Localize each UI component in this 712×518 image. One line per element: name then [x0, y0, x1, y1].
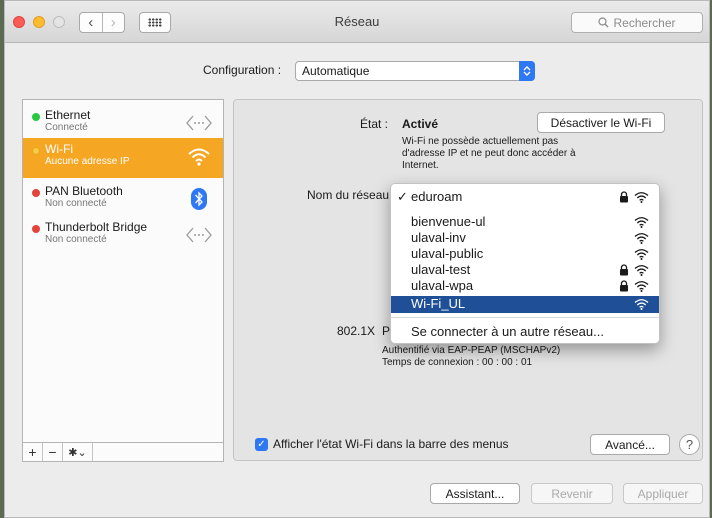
- network-name: ulaval-wpa: [411, 278, 474, 293]
- wifi-icon: [634, 233, 649, 244]
- menu-separator: [391, 317, 659, 318]
- checkmark-icon: ✓: [397, 189, 408, 204]
- menu-item-network[interactable]: ulaval-inv: [391, 230, 659, 247]
- connection-time: Temps de connexion : 00 : 00 : 01: [382, 357, 533, 368]
- wifi-message-line3: Internet.: [402, 160, 439, 171]
- network-name: eduroam: [411, 189, 463, 204]
- status-dot: [32, 225, 40, 233]
- service-status: Non connecté: [45, 198, 107, 209]
- status-dot: [32, 189, 40, 197]
- state-label: État :: [360, 117, 389, 131]
- revert-button[interactable]: Revenir: [531, 483, 613, 504]
- service-name: Ethernet: [45, 108, 91, 122]
- help-button[interactable]: ?: [679, 434, 700, 455]
- wifi-icon: [185, 144, 213, 170]
- menu-item-network[interactable]: bienvenue-ul: [391, 214, 659, 231]
- menu-item-current-network[interactable]: ✓ eduroam: [391, 189, 659, 206]
- network-name: Wi-Fi_UL: [411, 296, 466, 311]
- menu-item-network[interactable]: ulaval-public: [391, 246, 659, 263]
- service-item-wifi[interactable]: Wi-Fi Aucune adresse IP: [23, 138, 223, 178]
- menu-item-other-network[interactable]: Se connecter à un autre réseau...: [391, 324, 659, 341]
- action-menu-button[interactable]: ✱⌄: [63, 443, 93, 461]
- service-list: Ethernet Connecté Wi-Fi Aucune adresse I…: [22, 99, 224, 461]
- service-status: Aucune adresse IP: [45, 156, 130, 167]
- lock-icon: [620, 280, 628, 292]
- state-value: Activé: [402, 117, 439, 131]
- configuration-value: Automatique: [302, 64, 370, 78]
- add-service-button[interactable]: +: [23, 443, 43, 461]
- configuration-popup[interactable]: Automatique: [295, 61, 535, 81]
- show-wifi-status-label: Afficher l'état Wi-Fi dans la barre des …: [273, 437, 509, 451]
- menu-item-network[interactable]: ulaval-test: [391, 262, 659, 279]
- service-name: Wi-Fi: [45, 142, 73, 156]
- network-name: ulaval-inv: [411, 230, 466, 245]
- service-name: Thunderbolt Bridge: [45, 220, 148, 234]
- auth-profile-fragment: P: [382, 324, 391, 338]
- ethernet-icon: [185, 110, 213, 136]
- wifi-icon: [634, 265, 649, 276]
- show-wifi-status-checkbox[interactable]: ✓: [255, 438, 268, 451]
- apply-button[interactable]: Appliquer: [623, 483, 703, 504]
- search-field[interactable]: Rechercher: [571, 12, 703, 33]
- auth-label: 802.1X: [337, 324, 376, 338]
- search-icon: [598, 17, 609, 28]
- thunderbolt-bridge-icon: [185, 222, 213, 248]
- configuration-label: Configuration :: [203, 63, 282, 77]
- service-list-controls: + − ✱⌄: [22, 442, 224, 462]
- popup-arrows-icon: [519, 61, 535, 81]
- title-bar: ‹ › Réseau Rechercher: [5, 1, 709, 43]
- wifi-message-line2: d'adresse IP et ne peut donc accéder à: [402, 148, 576, 159]
- service-item-pan-bluetooth[interactable]: PAN Bluetooth Non connecté: [23, 180, 223, 220]
- network-name: bienvenue-ul: [411, 214, 486, 229]
- menu-item-network-highlighted[interactable]: Wi-Fi_UL: [391, 296, 659, 313]
- other-network-label: Se connecter à un autre réseau...: [411, 324, 604, 339]
- wifi-icon: [634, 281, 649, 292]
- network-dropdown-menu: ✓ eduroam bienvenue-ul ulaval-inv ulaval…: [390, 183, 660, 344]
- remove-service-button[interactable]: −: [43, 443, 63, 461]
- service-name: PAN Bluetooth: [45, 184, 123, 198]
- lock-icon: [620, 264, 628, 276]
- status-dot: [32, 113, 40, 121]
- network-name: ulaval-test: [411, 262, 471, 277]
- network-name-label: Nom du réseau: [307, 188, 390, 202]
- wifi-icon: [634, 192, 649, 203]
- network-preferences-window: ‹ › Réseau Rechercher Configuration : Au…: [4, 0, 710, 518]
- wifi-icon: [634, 299, 649, 310]
- advanced-button[interactable]: Avancé...: [590, 434, 670, 455]
- service-item-thunderbolt-bridge[interactable]: Thunderbolt Bridge Non connecté: [23, 216, 223, 256]
- wifi-icon: [634, 249, 649, 260]
- wifi-icon: [634, 217, 649, 228]
- assistant-button[interactable]: Assistant...: [430, 483, 520, 504]
- search-placeholder: Rechercher: [613, 15, 676, 30]
- network-name: ulaval-public: [411, 246, 484, 261]
- toggle-wifi-button[interactable]: Désactiver le Wi-Fi: [537, 112, 665, 133]
- menu-item-network[interactable]: ulaval-wpa: [391, 278, 659, 295]
- wifi-message-line1: Wi-Fi ne possède actuellement pas: [402, 136, 559, 147]
- auth-method: Authentifié via EAP-PEAP (MSCHAPv2): [382, 345, 561, 356]
- service-status: Connecté: [45, 122, 88, 133]
- service-status: Non connecté: [45, 234, 107, 245]
- bluetooth-icon: [185, 186, 213, 212]
- lock-icon: [620, 191, 628, 203]
- status-dot: [32, 147, 40, 155]
